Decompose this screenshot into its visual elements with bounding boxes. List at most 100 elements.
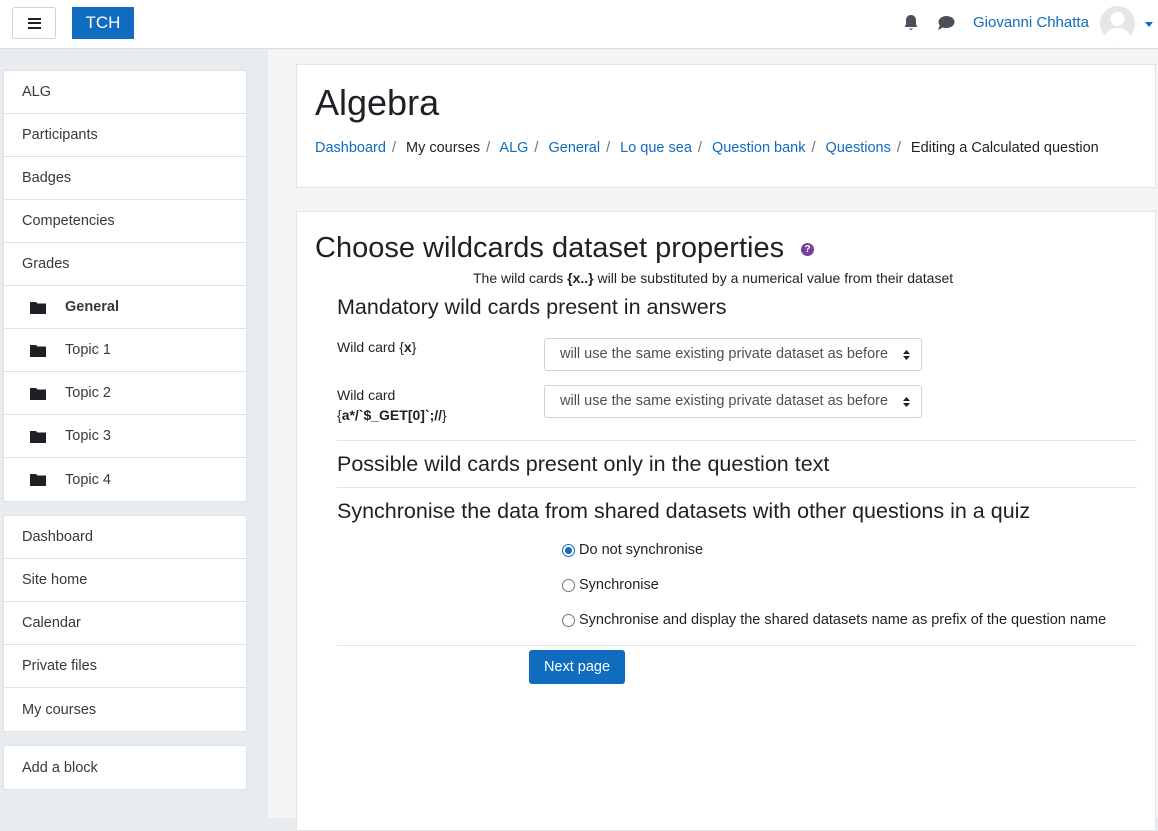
radio-synchronise-prefix[interactable]: Synchronise and display the shared datas… xyxy=(562,612,1106,628)
radio-label: Do not synchronise xyxy=(579,542,704,558)
bell-icon[interactable] xyxy=(903,14,919,32)
divider xyxy=(337,440,1137,441)
sidebar-item-topic-1[interactable]: Topic 1 xyxy=(4,329,246,372)
sidebar-item-topic-3[interactable]: Topic 3 xyxy=(4,415,246,458)
help-icon[interactable]: ? xyxy=(801,243,814,256)
select-arrows-icon xyxy=(903,397,910,407)
user-name[interactable]: Giovanni Chhatta xyxy=(973,14,1089,31)
avatar[interactable] xyxy=(1100,6,1135,41)
form-card: Choose wildcards dataset properties ? Th… xyxy=(296,211,1156,831)
drawer-toggle-button[interactable] xyxy=(12,7,56,39)
wildcard-a-close: } xyxy=(442,407,447,423)
sidebar-item-site-home[interactable]: Site home xyxy=(4,559,246,602)
sidebar-item-label: Private files xyxy=(22,658,97,674)
sidebar-item-participants[interactable]: Participants xyxy=(4,114,246,157)
wildcard-x-prefix: Wild card xyxy=(337,339,400,355)
sidebar-item-label: My courses xyxy=(22,701,97,718)
wildcard-x-label: Wild card {x} xyxy=(337,337,416,357)
breadcrumb-general[interactable]: General xyxy=(548,140,600,156)
sidebar-item-topic-4[interactable]: Topic 4 xyxy=(4,458,246,501)
sidebar-item-label: Badges xyxy=(22,170,72,186)
sidebar-item-alg[interactable]: ALG xyxy=(4,71,246,114)
sidebar-item-label: Add a block xyxy=(22,759,98,776)
folder-icon xyxy=(30,430,46,443)
breadcrumb-alg[interactable]: ALG xyxy=(499,140,528,156)
hint-prefix: The wild cards xyxy=(473,270,568,286)
sidebar-item-grades[interactable]: Grades xyxy=(4,243,246,286)
divider xyxy=(337,645,1137,646)
sidebar-item-label: ALG xyxy=(22,84,52,100)
radio-button[interactable] xyxy=(562,578,575,592)
chat-icon[interactable] xyxy=(937,15,955,31)
sidebar-item-badges[interactable]: Badges xyxy=(4,157,246,200)
sidebar-item-label: Participants xyxy=(22,127,98,143)
radio-do-not-synchronise[interactable]: Do not synchronise xyxy=(562,542,703,558)
breadcrumb-separator: / xyxy=(534,140,539,156)
sidebar-item-general[interactable]: General xyxy=(4,286,246,329)
folder-icon xyxy=(30,344,46,357)
wildcard-a-name: a*/`$_GET[0]`;// xyxy=(341,407,443,423)
folder-icon xyxy=(30,474,46,486)
sidebar-item-my-courses[interactable]: My courses xyxy=(4,688,246,731)
mandatory-wildcards-heading: Mandatory wild cards present in answers xyxy=(337,295,727,319)
breadcrumb-questions[interactable]: Questions xyxy=(826,140,891,156)
site-nav: Dashboard Site home Calendar Private fil… xyxy=(3,515,247,732)
breadcrumb-current: Editing a Calculated question xyxy=(910,140,1099,156)
wildcard-a-select-value: will use the same existing private datas… xyxy=(560,393,889,409)
breadcrumb-dashboard[interactable]: Dashboard xyxy=(315,140,386,156)
sidebar-item-label: Topic 2 xyxy=(65,385,111,401)
add-block-button[interactable]: Add a block xyxy=(4,746,246,789)
wildcard-x-select-value: will use the same existing private datas… xyxy=(560,346,889,362)
radio-button[interactable] xyxy=(562,613,575,627)
wildcard-a-prefix: Wild card xyxy=(337,387,396,403)
breadcrumb-question-bank[interactable]: Question bank xyxy=(712,140,806,156)
sidebar-item-label: Topic 4 xyxy=(65,471,111,488)
breadcrumb-separator: / xyxy=(811,140,816,156)
sidebar-item-label: General xyxy=(65,299,119,315)
next-page-button[interactable]: Next page xyxy=(529,650,625,684)
sidebar-item-label: Dashboard xyxy=(22,529,93,545)
hint-suffix: will be substituted by a numerical value… xyxy=(593,270,954,286)
form-title: Choose wildcards dataset properties xyxy=(315,232,785,264)
site-brand[interactable]: TCH xyxy=(72,7,134,39)
navbar: TCH Giovanni Chhatta xyxy=(0,0,1158,49)
hint-bold: {x..} xyxy=(567,270,594,286)
add-block-nav: Add a block xyxy=(3,745,247,790)
breadcrumb-separator: / xyxy=(486,140,491,156)
breadcrumb-lo-que-sea[interactable]: Lo que sea xyxy=(620,140,692,156)
radio-label: Synchronise xyxy=(579,577,659,593)
wildcard-x-close: } xyxy=(411,339,417,355)
sidebar-item-competencies[interactable]: Competencies xyxy=(4,200,246,243)
folder-icon xyxy=(30,301,46,314)
sidebar-item-label: Competencies xyxy=(22,213,115,229)
wildcard-x-name: x xyxy=(403,339,412,355)
sidebar-item-label: Site home xyxy=(22,572,88,588)
breadcrumb: Dashboard / My courses / ALG / General / Lo … xyxy=(315,140,1099,156)
sidebar-item-dashboard[interactable]: Dashboard xyxy=(4,516,246,559)
sidebar-item-label: Topic 3 xyxy=(65,428,111,444)
sidebar-item-label: Grades xyxy=(22,256,70,272)
sidebar-item-private-files[interactable]: Private files xyxy=(4,645,246,688)
sidebar-item-label: Calendar xyxy=(22,615,81,631)
course-nav: ALG Participants Badges Competencies Gra… xyxy=(3,70,247,502)
wildcard-a-label: Wild card {a*/`$_GET[0]`;//} xyxy=(337,385,447,425)
wildcard-x-select[interactable]: will use the same existing private datas… xyxy=(544,338,922,371)
hamburger-icon xyxy=(27,17,41,29)
wildcard-a-select[interactable]: will use the same existing private datas… xyxy=(544,385,922,418)
sidebar-item-label: Topic 1 xyxy=(65,342,111,358)
breadcrumb-separator: / xyxy=(391,140,396,156)
caret-down-icon[interactable] xyxy=(1145,22,1153,27)
sidebar-item-topic-2[interactable]: Topic 2 xyxy=(4,372,246,415)
synchronise-heading: Synchronise the data from shared dataset… xyxy=(337,499,1031,523)
divider xyxy=(337,487,1137,488)
page-title: Algebra xyxy=(315,82,440,123)
possible-wildcards-heading[interactable]: Possible wild cards present only in the … xyxy=(337,452,829,477)
radio-synchronise[interactable]: Synchronise xyxy=(562,577,659,593)
folder-icon xyxy=(30,387,46,400)
breadcrumb-separator: / xyxy=(896,140,901,156)
sidebar-item-calendar[interactable]: Calendar xyxy=(4,602,246,645)
select-arrows-icon xyxy=(903,350,910,360)
radio-button[interactable] xyxy=(562,543,575,557)
page-header: Algebra Dashboard / My courses / ALG / Gene… xyxy=(296,64,1156,188)
breadcrumb-separator: / xyxy=(697,140,702,156)
